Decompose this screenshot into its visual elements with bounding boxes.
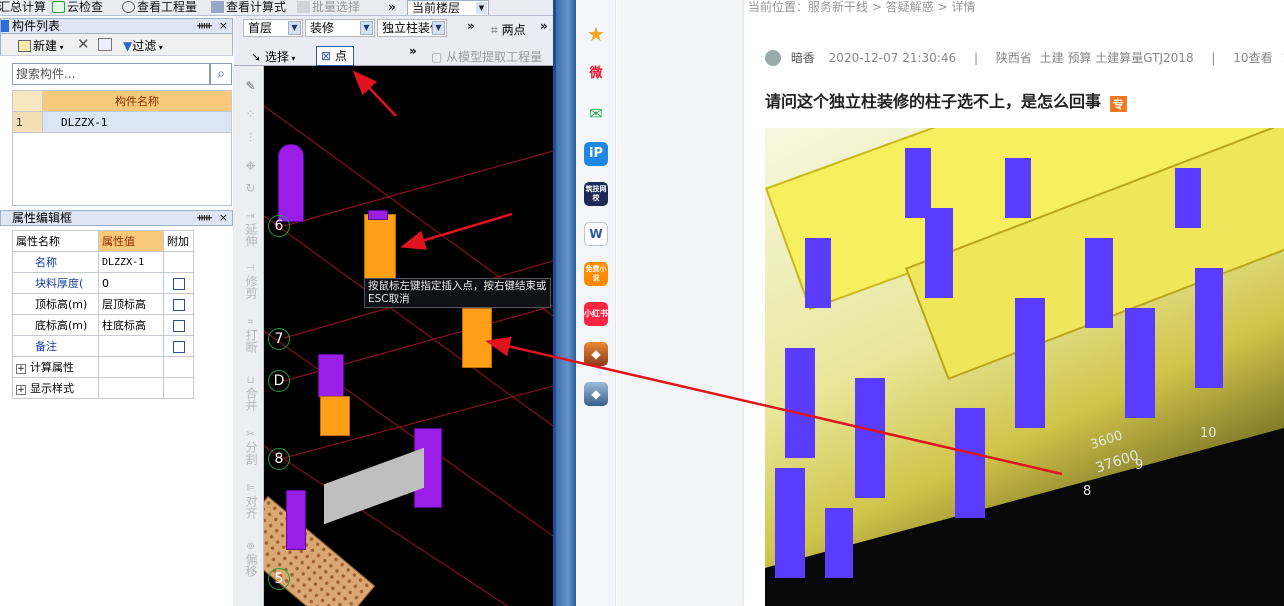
arrow-to-point-button xyxy=(352,70,397,117)
annotation-arrows xyxy=(352,70,1063,476)
arrow-from-photo xyxy=(485,336,1063,476)
arrow-to-column xyxy=(400,212,513,250)
